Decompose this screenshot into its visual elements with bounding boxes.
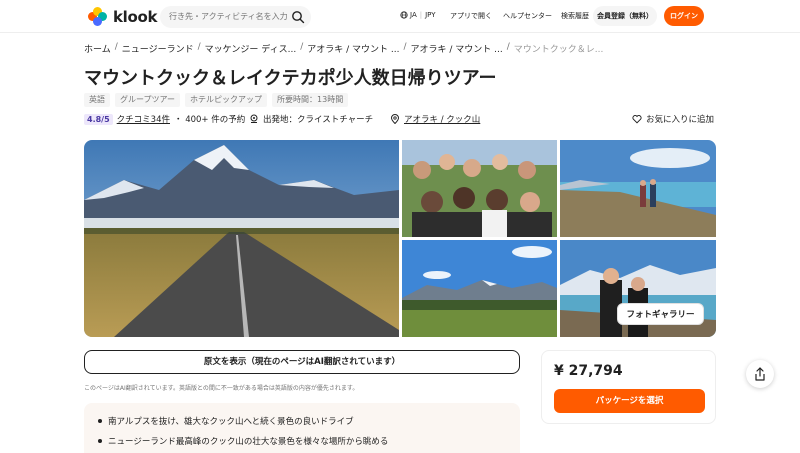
share-icon: [755, 367, 765, 381]
tag-language: 英語: [84, 93, 110, 107]
breadcrumb-item[interactable]: アオラキ / マウント ...: [411, 42, 503, 55]
ai-translation-note: このページはAI翻訳されています。英語版との間に不一致がある場合は英語版の内容が…: [84, 385, 359, 392]
mountain-road-image: [84, 140, 399, 337]
departure-pin-icon: [250, 114, 258, 123]
help-center-link[interactable]: ヘルプセンター: [503, 11, 552, 21]
login-button[interactable]: ログイン: [664, 6, 704, 26]
breadcrumb-separator: /: [300, 42, 304, 52]
logo-text: klook: [113, 8, 158, 26]
breadcrumb-item[interactable]: アオラキ / マウント ...: [307, 42, 399, 55]
select-package-button[interactable]: パッケージを選択: [554, 389, 705, 413]
highlights-list: 南アルプスを抜け、雄大なクック山へと続く景色の良いドライブ ニュージーランド最高…: [98, 415, 388, 453]
breadcrumb-item[interactable]: マッケンジー ディス...: [205, 42, 297, 55]
tag-group-tour: グループツアー: [115, 93, 181, 107]
breadcrumb-separator: /: [403, 42, 407, 52]
booked-count: ・ 400+ 件の予約: [174, 115, 246, 125]
mountain-valley-image: [402, 240, 557, 337]
gallery-photo-main[interactable]: [84, 140, 399, 337]
search-input[interactable]: 行き先・アクティビティ名を入力: [169, 11, 288, 22]
rating-badge: 4.8/5: [84, 113, 113, 125]
lake-tekapo-image: [560, 140, 716, 237]
language-currency-selector[interactable]: JA | JPY: [400, 11, 436, 19]
breadcrumb-item[interactable]: ニュージーランド: [122, 42, 194, 55]
photo-gallery-button[interactable]: フォトギャラリー: [617, 303, 704, 325]
departure-info: 出発地：クライストチャーチ: [249, 113, 373, 125]
share-button[interactable]: [746, 360, 774, 388]
reviews-link[interactable]: クチコミ34件: [117, 113, 170, 125]
highlights-box: 南アルプスを抜け、雄大なクック山へと続く景色の良いドライブ ニュージーランド最高…: [84, 403, 520, 453]
rating-row: 4.8/5 クチコミ34件 ・ 400+ 件の予約: [84, 113, 245, 125]
klook-logo-icon: [88, 7, 108, 27]
breadcrumb-current: マウントクック＆レ...: [513, 45, 604, 55]
breadcrumb-separator: /: [506, 42, 510, 52]
wishlist-label: お気に入りに追加: [646, 115, 715, 125]
klook-logo[interactable]: klook: [88, 7, 158, 27]
booking-card: ¥ 27,794 パッケージを選択: [541, 350, 716, 424]
open-app-link[interactable]: アプリで開く: [450, 11, 492, 21]
breadcrumb-item[interactable]: ホーム: [84, 42, 111, 55]
location-link[interactable]: アオラキ / クック山: [404, 113, 480, 125]
currency-label: JPY: [425, 11, 436, 19]
breadcrumb: ホーム / ニュージーランド / マッケンジー ディス... / アオラキ / …: [84, 42, 603, 55]
breadcrumb-separator: /: [114, 42, 118, 52]
tag-duration: 所要時間：13時間: [272, 93, 349, 107]
page-title: マウントクック＆レイクテカポ少人数日帰りツアー: [84, 68, 497, 89]
top-header: klook 行き先・アクティビティ名を入力 JA | JPY アプリで開く ヘル…: [0, 0, 800, 33]
heart-icon: [632, 115, 642, 124]
location-pin-icon: [390, 114, 400, 124]
gallery-photo-valley[interactable]: [402, 240, 557, 337]
group-selfie-image: [402, 140, 557, 237]
breadcrumb-separator: /: [197, 42, 201, 52]
highlight-item: ニュージーランド最高峰のクック山の壮大な景色を様々な場所から眺める: [98, 435, 388, 447]
gallery-photo-lake[interactable]: [560, 140, 716, 237]
search-bar[interactable]: 行き先・アクティビティ名を入力: [160, 6, 311, 28]
register-button[interactable]: 会員登録（無料）: [593, 6, 657, 26]
search-history-link[interactable]: 検索履歴: [561, 11, 589, 21]
tag-hotel-pickup: ホテルピックアップ: [185, 93, 268, 107]
location-info: アオラキ / クック山: [390, 113, 480, 125]
globe-icon: [400, 11, 408, 19]
lang-divider: |: [419, 11, 423, 19]
gallery-photo-group[interactable]: [402, 140, 557, 237]
language-label: JA: [410, 11, 417, 19]
show-original-button[interactable]: 原文を表示（現在のページはAI翻訳されています）: [84, 350, 520, 374]
wishlist-button[interactable]: お気に入りに追加: [632, 113, 714, 125]
search-icon[interactable]: [291, 10, 305, 24]
highlight-item: 南アルプスを抜け、雄大なクック山へと続く景色の良いドライブ: [98, 415, 388, 427]
price-text: ¥ 27,794: [554, 363, 623, 379]
departure-text: 出発地：クライストチャーチ: [263, 115, 374, 125]
activity-tags: 英語 グループツアー ホテルピックアップ 所要時間：13時間: [84, 93, 353, 107]
